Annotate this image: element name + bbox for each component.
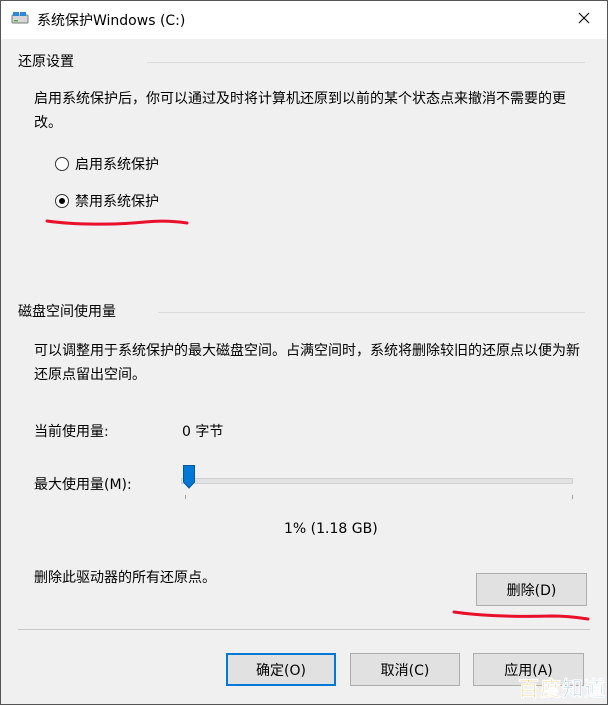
watermark-char: 道 xyxy=(584,677,606,702)
ok-button[interactable]: 确定(O) xyxy=(226,653,336,686)
current-usage-value: 0 字节 xyxy=(182,424,224,440)
annotation-underline xyxy=(45,219,189,226)
max-usage-label: 最大使用量(M): xyxy=(34,477,132,493)
title-bar: 系统保护Windows (C:) xyxy=(1,1,607,39)
close-icon xyxy=(578,12,590,28)
radio-checked-icon xyxy=(55,194,69,208)
slider-track xyxy=(181,478,573,484)
disk-usage-header: 磁盘空间使用量 xyxy=(18,304,116,320)
group-divider xyxy=(158,312,585,313)
enable-protection-label: 启用系统保护 xyxy=(75,157,159,173)
close-button[interactable] xyxy=(561,1,607,39)
watermark-char: 百 xyxy=(518,677,540,702)
current-usage-label: 当前使用量: xyxy=(34,424,109,440)
disk-usage-description: 可以调整用于系统保护的最大磁盘空间。占满空间时，系统将删除较旧的还原点以便为新还… xyxy=(34,343,580,383)
annotation-underline xyxy=(452,610,590,621)
baidu-zhidao-watermark: 百度知道 xyxy=(518,673,606,703)
watermark-char: 度 xyxy=(540,677,562,702)
slider-tick xyxy=(572,495,573,499)
cancel-button[interactable]: 取消(C) xyxy=(350,653,460,686)
restore-settings-description: 启用系统保护后，你可以通过及时将计算机还原到以前的某个状态点来撤消不需要的更改。 xyxy=(34,91,566,131)
max-usage-slider[interactable] xyxy=(177,465,573,505)
group-divider xyxy=(147,62,585,63)
max-usage-value: 1% (1.18 GB) xyxy=(284,521,378,537)
system-protection-dialog: 系统保护Windows (C:) 还原设置 启用系统保护后，你可以通过及时将计算… xyxy=(0,0,608,705)
delete-button[interactable]: 删除(D) xyxy=(476,573,587,606)
disable-protection-radio[interactable]: 禁用系统保护 xyxy=(55,190,159,212)
restore-settings-header: 还原设置 xyxy=(18,54,74,70)
window-title: 系统保护Windows (C:) xyxy=(37,13,186,29)
drive-icon xyxy=(11,11,29,27)
slider-thumb-icon[interactable] xyxy=(183,465,195,489)
slider-tick xyxy=(185,495,186,499)
watermark-char: 知 xyxy=(562,677,584,702)
enable-protection-radio[interactable]: 启用系统保护 xyxy=(55,153,159,175)
delete-description: 删除此驱动器的所有还原点。 xyxy=(34,570,216,586)
disable-protection-label: 禁用系统保护 xyxy=(75,194,159,210)
radio-unchecked-icon xyxy=(55,157,69,171)
footer-divider xyxy=(18,629,590,630)
